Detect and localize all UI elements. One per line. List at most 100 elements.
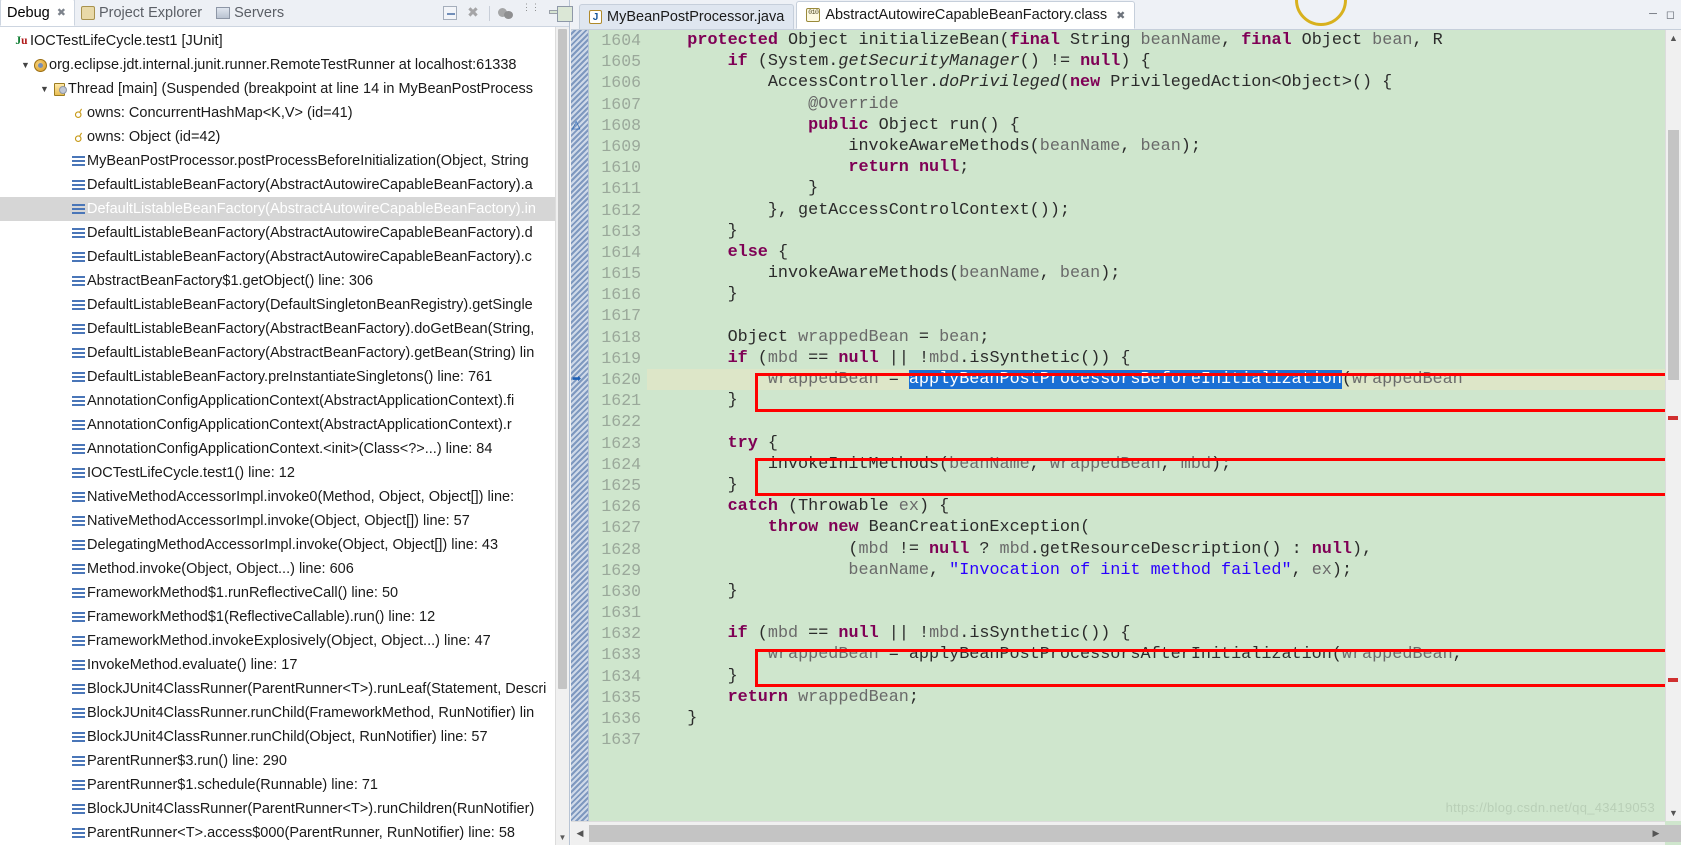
- code-line[interactable]: }: [647, 475, 1665, 496]
- scroll-left-icon[interactable]: ◀: [571, 822, 589, 845]
- stack-tree-row[interactable]: BlockJUnit4ClassRunner(ParentRunner<T>).…: [0, 797, 555, 821]
- stack-tree-row[interactable]: ParentRunner<T>.access$000(ParentRunner,…: [0, 821, 555, 845]
- tab-servers[interactable]: Servers: [210, 0, 292, 26]
- scroll-down-icon[interactable]: ▼: [1666, 805, 1681, 821]
- stack-tree-row[interactable]: DefaultListableBeanFactory(AbstractAutow…: [0, 221, 555, 245]
- view-debug-perspective-icon[interactable]: [497, 4, 515, 22]
- stack-tree-row[interactable]: FrameworkMethod.invokeExplosively(Object…: [0, 629, 555, 653]
- code-line[interactable]: protected Object initializeBean(final St…: [647, 30, 1665, 51]
- code-line[interactable]: }, getAccessControlContext());: [647, 200, 1665, 221]
- code-line[interactable]: }: [647, 284, 1665, 305]
- stack-tree-row[interactable]: DefaultListableBeanFactory(DefaultSingle…: [0, 293, 555, 317]
- scrollbar-thumb[interactable]: [589, 825, 1681, 842]
- stack-tree-row[interactable]: FrameworkMethod$1(ReflectiveCallable).ru…: [0, 605, 555, 629]
- close-icon[interactable]: ✖: [1116, 9, 1125, 22]
- tab-mybeanpostprocessor-java[interactable]: J MyBeanPostProcessor.java: [579, 4, 795, 29]
- stack-tree-row[interactable]: ☌ owns: Object (id=42): [0, 125, 555, 149]
- code-line[interactable]: return wrappedBean;: [647, 687, 1665, 708]
- selected-text[interactable]: applyBeanPostProcessorsBeforeInitializat…: [908, 370, 1342, 389]
- code-line[interactable]: if (mbd == null || !mbd.isSynthetic()) {: [647, 623, 1665, 644]
- stack-tree-row[interactable]: DelegatingMethodAccessorImpl.invoke(Obje…: [0, 533, 555, 557]
- tab-abstractautowirecapablebeanfactory-class[interactable]: 010 AbstractAutowireCapableBeanFactory.c…: [796, 1, 1136, 29]
- stack-tree-row[interactable]: AnnotationConfigApplicationContext(Abstr…: [0, 413, 555, 437]
- minimize-icon[interactable]: ─: [1649, 8, 1657, 21]
- stack-tree-row[interactable]: ParentRunner$3.run() line: 290: [0, 749, 555, 773]
- close-icon[interactable]: ✖: [57, 6, 66, 19]
- code-line[interactable]: invokeInitMethods(beanName, wrappedBean,…: [647, 454, 1665, 475]
- scroll-up-icon[interactable]: ▲: [1666, 30, 1681, 46]
- code-line[interactable]: public Object run() {: [647, 115, 1665, 136]
- scroll-down-icon[interactable]: ▼: [556, 831, 569, 845]
- stack-tree-row[interactable]: DefaultListableBeanFactory(AbstractAutow…: [0, 173, 555, 197]
- view-menu-dots-icon[interactable]: ⋮⋮: [522, 3, 540, 22]
- breakpoint-ruler[interactable]: △ ➡: [571, 30, 589, 821]
- code-line[interactable]: }: [647, 708, 1665, 729]
- editor-vertical-scrollbar[interactable]: ▲ ▼: [1665, 30, 1681, 821]
- code-line[interactable]: (mbd != null ? mbd.getResourceDescriptio…: [647, 539, 1665, 560]
- stack-tree-row[interactable]: IOCTestLifeCycle.test1() line: 12: [0, 461, 555, 485]
- stack-tree-row[interactable]: BlockJUnit4ClassRunner.runChild(Framewor…: [0, 701, 555, 725]
- stack-tree-row[interactable]: Ju IOCTestLifeCycle.test1 [JUnit]: [0, 29, 555, 53]
- stack-tree-row[interactable]: BlockJUnit4ClassRunner.runChild(Object, …: [0, 725, 555, 749]
- expand-arrow-icon[interactable]: ▼: [38, 84, 51, 94]
- code-line[interactable]: }: [647, 221, 1665, 242]
- stack-tree-row[interactable]: Method.invoke(Object, Object...) line: 6…: [0, 557, 555, 581]
- maximize-icon[interactable]: ◻: [1666, 8, 1675, 21]
- code-line[interactable]: catch (Throwable ex) {: [647, 496, 1665, 517]
- code-line[interactable]: Object wrappedBean = bean;: [647, 327, 1665, 348]
- collapse-all-icon[interactable]: [443, 6, 457, 20]
- code-line[interactable]: }: [647, 666, 1665, 687]
- stack-tree-row[interactable]: DefaultListableBeanFactory(AbstractAutow…: [0, 245, 555, 269]
- stack-tree-row[interactable]: DefaultListableBeanFactory.preInstantiat…: [0, 365, 555, 389]
- code-line[interactable]: }: [647, 390, 1665, 411]
- stack-tree-row[interactable]: AnnotationConfigApplicationContext.<init…: [0, 437, 555, 461]
- code-text-area[interactable]: protected Object initializeBean(final St…: [647, 30, 1665, 821]
- code-line[interactable]: [647, 411, 1665, 432]
- code-line[interactable]: throw new BeanCreationException(: [647, 517, 1665, 538]
- code-line[interactable]: AccessController.doPrivileged(new Privil…: [647, 72, 1665, 93]
- restore-view-icon[interactable]: [557, 6, 573, 22]
- stack-tree-row[interactable]: MyBeanPostProcessor.postProcessBeforeIni…: [0, 149, 555, 173]
- debug-tree-scrollbar[interactable]: ▲ ▼: [555, 27, 569, 845]
- code-line[interactable]: return null;: [647, 157, 1665, 178]
- code-line[interactable]: try {: [647, 433, 1665, 454]
- code-line[interactable]: invokeAwareMethods(beanName, bean);: [647, 136, 1665, 157]
- code-line[interactable]: [647, 305, 1665, 326]
- stack-tree-row[interactable]: FrameworkMethod$1.runReflectiveCall() li…: [0, 581, 555, 605]
- stack-tree-row[interactable]: BlockJUnit4ClassRunner(ParentRunner<T>).…: [0, 677, 555, 701]
- editor-horizontal-scrollbar[interactable]: ◀ ▶: [571, 821, 1681, 845]
- code-line[interactable]: [647, 602, 1665, 623]
- code-line[interactable]: if (System.getSecurityManager() != null)…: [647, 51, 1665, 72]
- code-line[interactable]: beanName, "Invocation of init method fai…: [647, 560, 1665, 581]
- scroll-right-icon[interactable]: ▶: [1647, 822, 1665, 845]
- remove-all-terminated-icon[interactable]: ✖: [464, 4, 482, 22]
- debug-stack-tree[interactable]: Ju IOCTestLifeCycle.test1 [JUnit] ▼ org.ecl…: [0, 27, 555, 845]
- code-editor[interactable]: △➡ 1604−16051606160716081609161016111612…: [571, 30, 1681, 845]
- code-line[interactable]: else {: [647, 242, 1665, 263]
- overview-marker[interactable]: [1668, 416, 1678, 420]
- code-line[interactable]: wrappedBean = applyBeanPostProcessorsBef…: [647, 369, 1665, 391]
- stack-tree-row[interactable]: DefaultListableBeanFactory(AbstractBeanF…: [0, 317, 555, 341]
- stack-tree-row[interactable]: ParentRunner$1.schedule(Runnable) line: …: [0, 773, 555, 797]
- code-line[interactable]: [647, 729, 1665, 750]
- stack-tree-row[interactable]: DefaultListableBeanFactory(AbstractAutow…: [0, 197, 555, 221]
- stack-tree-row[interactable]: ▼ org.eclipse.jdt.internal.junit.runner.R…: [0, 53, 555, 77]
- scrollbar-thumb[interactable]: [558, 29, 567, 689]
- stack-tree-row[interactable]: ☌ owns: ConcurrentHashMap<K,V> (id=41): [0, 101, 555, 125]
- tab-project-explorer[interactable]: Project Explorer: [75, 0, 210, 26]
- stack-tree-row[interactable]: InvokeMethod.evaluate() line: 17: [0, 653, 555, 677]
- stack-tree-row[interactable]: AnnotationConfigApplicationContext(Abstr…: [0, 389, 555, 413]
- overview-marker[interactable]: [1668, 678, 1678, 682]
- expand-arrow-icon[interactable]: ▼: [19, 60, 32, 70]
- stack-tree-row[interactable]: NativeMethodAccessorImpl.invoke(Object, …: [0, 509, 555, 533]
- stack-tree-row[interactable]: DefaultListableBeanFactory(AbstractBeanF…: [0, 341, 555, 365]
- code-line[interactable]: wrappedBean = applyBeanPostProcessorsAft…: [647, 644, 1665, 665]
- code-line[interactable]: }: [647, 581, 1665, 602]
- stack-tree-row[interactable]: ▼ Thread [main] (Suspended (breakpoint at…: [0, 77, 555, 101]
- stack-tree-row[interactable]: NativeMethodAccessorImpl.invoke0(Method,…: [0, 485, 555, 509]
- code-line[interactable]: if (mbd == null || !mbd.isSynthetic()) {: [647, 348, 1665, 369]
- stack-tree-row[interactable]: AbstractBeanFactory$1.getObject() line: …: [0, 269, 555, 293]
- tab-debug[interactable]: Debug ✖: [0, 0, 75, 26]
- code-line[interactable]: @Override: [647, 94, 1665, 115]
- scrollbar-thumb[interactable]: [1668, 130, 1679, 380]
